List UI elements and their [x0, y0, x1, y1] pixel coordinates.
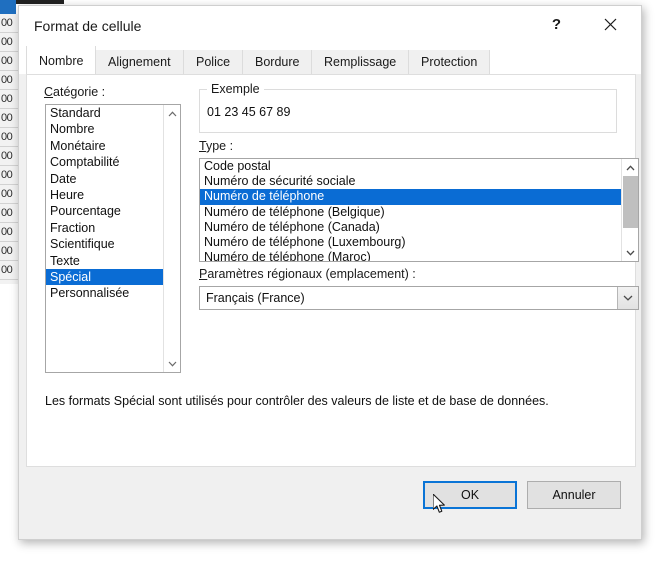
- excel-cell-text: 00: [1, 55, 13, 67]
- excel-cell-text: 00: [1, 36, 13, 48]
- category-listbox[interactable]: Standard Nombre Monétaire Comptabilité Date H…: [45, 104, 181, 373]
- tab-police[interactable]: Police: [183, 50, 244, 74]
- category-item[interactable]: Fraction: [46, 220, 163, 236]
- chevron-up-icon[interactable]: [622, 159, 638, 176]
- tab-protection[interactable]: Protection: [408, 50, 491, 74]
- type-item[interactable]: Numéro de téléphone (Canada): [200, 220, 621, 235]
- cancel-button[interactable]: Annuler: [527, 481, 621, 509]
- category-label: Catégorie :: [44, 85, 105, 99]
- locale-selected-value: Français (France): [206, 291, 305, 305]
- excel-cell-text: 00: [1, 169, 13, 181]
- category-item[interactable]: Scientifique: [46, 236, 163, 252]
- ok-button[interactable]: OK: [423, 481, 517, 509]
- excel-cell-text: 00: [1, 245, 13, 257]
- excel-cell-text: 00: [1, 93, 13, 105]
- type-scrollbar-thumb[interactable]: [623, 176, 638, 228]
- locale-label: Paramètres régionaux (emplacement) :: [199, 267, 416, 281]
- category-item-selected[interactable]: Spécial: [46, 268, 163, 286]
- tab-bordure[interactable]: Bordure: [242, 50, 313, 74]
- category-item[interactable]: Personnalisée: [46, 285, 163, 301]
- category-items: Standard Nombre Monétaire Comptabilité Date H…: [46, 105, 163, 302]
- excel-cell-text: 00: [1, 226, 13, 238]
- category-item[interactable]: Standard: [46, 105, 163, 121]
- category-item[interactable]: Date: [46, 171, 163, 187]
- tab-alignement[interactable]: Alignement: [95, 50, 184, 74]
- locale-combobox[interactable]: Français (France): [199, 286, 639, 310]
- excel-cell-text: 00: [1, 264, 13, 276]
- format-cells-dialog: Format de cellule ? Nombre Alignement Poli…: [18, 5, 642, 540]
- chevron-down-icon[interactable]: [164, 355, 180, 372]
- category-scrollbar[interactable]: [163, 105, 180, 372]
- excel-cell-text: 00: [1, 207, 13, 219]
- type-item[interactable]: Numéro de téléphone (Maroc): [200, 250, 621, 261]
- type-item[interactable]: Numéro de téléphone (Luxembourg): [200, 235, 621, 250]
- dialog-titlebar: Format de cellule ?: [19, 6, 641, 46]
- type-scrollbar[interactable]: [621, 159, 638, 261]
- type-label-rest: ype :: [205, 139, 234, 153]
- close-icon[interactable]: [588, 6, 633, 42]
- type-listbox[interactable]: Code postal Numéro de sécurité sociale Num…: [199, 158, 639, 262]
- category-item[interactable]: Texte: [46, 253, 163, 269]
- category-item[interactable]: Comptabilité: [46, 154, 163, 170]
- chevron-down-icon[interactable]: [617, 287, 638, 309]
- excel-cell-text: 00: [1, 112, 13, 124]
- type-label: Type :: [199, 139, 233, 153]
- dialog-title: Format de cellule: [34, 18, 142, 34]
- category-item[interactable]: Heure: [46, 187, 163, 203]
- format-description: Les formats Spécial sont utilisés pour c…: [45, 394, 549, 408]
- category-label-rest: atégorie :: [53, 85, 106, 99]
- chevron-down-icon[interactable]: [622, 244, 638, 261]
- excel-cell-text: 00: [1, 74, 13, 86]
- type-item-selected[interactable]: Numéro de téléphone: [200, 189, 621, 205]
- type-item[interactable]: Numéro de sécurité sociale: [200, 174, 621, 189]
- category-item[interactable]: Nombre: [46, 121, 163, 137]
- excel-toolbar-edge: [16, 0, 64, 4]
- excel-cell-text: 00: [1, 150, 13, 162]
- excel-cell-text: 00: [1, 131, 13, 143]
- tab-nombre[interactable]: Nombre: [26, 46, 97, 74]
- dialog-footer: OK Annuler: [19, 467, 641, 539]
- type-item[interactable]: Code postal: [200, 159, 621, 174]
- dialog-tabstrip: Nombre Alignement Police Bordure Remplissage…: [19, 46, 641, 74]
- help-icon[interactable]: ?: [534, 6, 579, 42]
- type-label-accel: T: [199, 139, 206, 153]
- chevron-up-icon[interactable]: [164, 105, 180, 122]
- tabpage-nombre: Catégorie : Standard Nombre Monétaire Compt…: [26, 74, 639, 467]
- example-legend: Exemple: [207, 82, 264, 96]
- example-value: 01 23 45 67 89: [207, 105, 291, 119]
- locale-label-rest: aramètres régionaux (emplacement) :: [207, 267, 416, 281]
- category-label-accel: C: [44, 85, 54, 99]
- excel-cell-text: 00: [1, 188, 13, 200]
- category-item[interactable]: Pourcentage: [46, 203, 163, 219]
- tab-remplissage[interactable]: Remplissage: [311, 50, 410, 74]
- category-item[interactable]: Monétaire: [46, 138, 163, 154]
- type-items: Code postal Numéro de sécurité sociale Num…: [200, 159, 621, 261]
- excel-cell-text: 00: [1, 17, 13, 29]
- type-item[interactable]: Numéro de téléphone (Belgique): [200, 205, 621, 220]
